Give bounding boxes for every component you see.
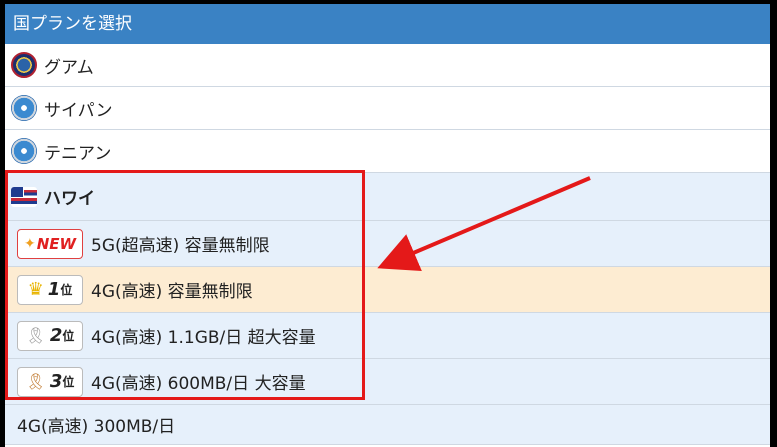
plan-item-4g-1-1gb[interactable]: 🎗 2 位 4G(高速) 1.1GB/日 超大容量 <box>5 313 770 359</box>
country-item-hawaii[interactable]: ハワイ <box>5 173 770 221</box>
new-badge: ✦ NEW <box>17 228 83 259</box>
plan-item-4g-600mb[interactable]: 🎗 3 位 4G(高速) 600MB/日 大容量 <box>5 359 770 405</box>
country-plan-panel: 国プランを選択 グアム サイパン テニアン ハワイ ✦ NEW 5G(超高速) … <box>5 4 770 447</box>
plan-label: 4G(高速) 300MB/日 <box>17 417 176 437</box>
panel-header: 国プランを選択 <box>5 4 770 44</box>
sparkle-icon: ✦ <box>23 235 36 252</box>
country-label: テニアン <box>44 143 112 164</box>
new-badge-text: NEW <box>36 234 77 253</box>
rank-suffix: 位 <box>62 329 75 343</box>
rank-suffix: 位 <box>60 283 73 297</box>
country-item-saipan[interactable]: サイパン <box>5 87 770 130</box>
country-label: ハワイ <box>44 189 95 209</box>
silver-medal-icon: 🎗 <box>25 326 46 345</box>
rank-3-badge: 🎗 3 位 <box>17 366 83 397</box>
country-label: グアム <box>44 57 94 78</box>
rank-number: 3 <box>49 371 63 392</box>
rank-1-badge: ♛ 1 位 <box>17 274 83 305</box>
plan-label: 5G(超高速) 容量無制限 <box>91 236 270 256</box>
plan-label: 4G(高速) 600MB/日 大容量 <box>91 374 306 394</box>
country-label: サイパン <box>44 100 113 121</box>
plan-item-4g-300mb[interactable]: 4G(高速) 300MB/日 <box>5 405 770 445</box>
country-item-guam[interactable]: グアム <box>5 44 770 87</box>
rank-suffix: 位 <box>62 375 75 389</box>
rank-number: 1 <box>47 279 61 300</box>
plan-item-4g-unlimited[interactable]: ♛ 1 位 4G(高速) 容量無制限 <box>5 267 770 313</box>
nmi-flag-icon <box>11 95 37 121</box>
plan-label: 4G(高速) 1.1GB/日 超大容量 <box>91 328 316 348</box>
guam-flag-icon <box>11 52 37 78</box>
rank-2-badge: 🎗 2 位 <box>17 320 83 351</box>
bronze-medal-icon: 🎗 <box>25 372 46 391</box>
crown-icon: ♛ <box>27 279 44 300</box>
plan-item-5g-unlimited[interactable]: ✦ NEW 5G(超高速) 容量無制限 <box>5 221 770 267</box>
country-item-tinian[interactable]: テニアン <box>5 130 770 173</box>
plan-label: 4G(高速) 容量無制限 <box>91 282 253 302</box>
nmi-flag-icon <box>11 138 37 164</box>
hawaii-flag-icon <box>11 186 37 207</box>
rank-number: 2 <box>49 325 63 346</box>
